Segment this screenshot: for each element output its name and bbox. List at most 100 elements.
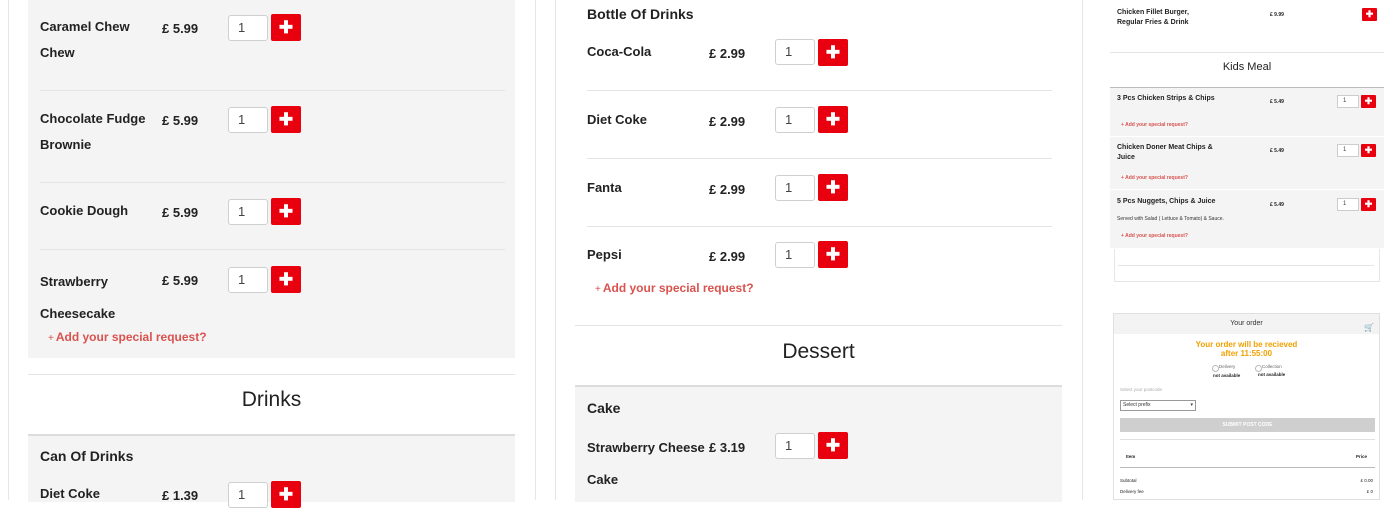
add-to-cart-button[interactable]: ✚	[1361, 198, 1376, 211]
order-title: Your order	[1230, 320, 1263, 327]
special-request-label: Add your special request?	[1125, 233, 1188, 239]
add-to-cart-button[interactable]: ✚	[1362, 8, 1377, 21]
plus-icon: ✚	[825, 109, 841, 129]
item-price: £ 5.49	[1270, 202, 1284, 208]
divider	[587, 158, 1052, 159]
item-name: Chocolate Fudge Brownie	[40, 106, 145, 158]
plus-icon: ✚	[1364, 145, 1373, 155]
submit-postcode-button[interactable]: SUBMIT POST CODE	[1120, 418, 1375, 432]
divider	[587, 90, 1052, 91]
item-name: Chicken Fillet Burger, Regular Fries & D…	[1117, 9, 1189, 26]
add-to-cart-button[interactable]: ✚	[1361, 144, 1376, 157]
item-price: £ 5.49	[1270, 99, 1284, 105]
add-to-cart-button[interactable]: ✚	[818, 432, 848, 459]
cart-icon: 🛒	[1364, 323, 1374, 332]
quantity-input[interactable]: 1	[228, 107, 268, 133]
quantity-input[interactable]: 1	[228, 267, 268, 293]
divider	[40, 182, 505, 183]
subtotal-value: £ 0.00	[1360, 478, 1373, 483]
plus-icon: ✚	[825, 244, 841, 264]
special-request-link[interactable]: + Add your special request?	[1121, 233, 1188, 239]
section-title: Dessert	[782, 340, 855, 363]
divider	[1120, 439, 1375, 440]
delivery-radio[interactable]	[1212, 365, 1219, 372]
add-to-cart-button[interactable]: ✚	[271, 106, 301, 133]
menu-column-left: Caramel Chew Chew £ 5.99 1 ✚ Chocolate F…	[8, 0, 536, 508]
column-price: Price	[1355, 454, 1367, 459]
divider	[40, 90, 505, 91]
special-request-label: Add your special request?	[55, 330, 207, 344]
delivery-label: Delivery	[1219, 364, 1236, 369]
plus-icon: ✚	[825, 177, 841, 197]
item-price: £ 5.99	[162, 273, 199, 288]
item-price: £ 2.99	[709, 182, 746, 197]
quantity-input[interactable]: 1	[1337, 198, 1359, 211]
kids-meal-panel	[1110, 88, 1384, 248]
quantity-input[interactable]: 1	[775, 175, 815, 201]
item-name: Chicken Doner Meat Chips & Juice	[1117, 144, 1213, 161]
plus-icon: ✚	[278, 109, 294, 129]
plus-icon: +	[595, 284, 601, 295]
order-message-line2: after 11:55:00	[1220, 349, 1273, 358]
special-request-link[interactable]: + Add your special request?	[1121, 122, 1188, 128]
add-to-cart-button[interactable]: ✚	[271, 266, 301, 293]
item-name-line1: Caramel Chew	[40, 19, 130, 34]
quantity-input[interactable]: 1	[775, 39, 815, 65]
item-name: Diet Coke	[40, 486, 100, 501]
divider	[575, 325, 1062, 326]
category-title: Can Of Drinks	[40, 448, 134, 464]
column-item: Item	[1126, 454, 1136, 459]
add-to-cart-button[interactable]: ✚	[271, 481, 301, 508]
divider	[1120, 467, 1375, 468]
collection-label: Collection	[1262, 364, 1282, 369]
item-price: £ 5.49	[1270, 148, 1284, 154]
plus-icon: ✚	[1364, 96, 1373, 106]
item-price: £ 2.99	[709, 46, 746, 61]
item-name: Diet Coke	[587, 112, 647, 127]
divider	[1110, 189, 1384, 190]
item-name-line1: Strawberry Cheese	[587, 440, 705, 455]
add-to-cart-button[interactable]: ✚	[271, 14, 301, 41]
postcode-label: Select your postcode	[1120, 387, 1163, 392]
collection-radio[interactable]	[1255, 365, 1262, 372]
add-to-cart-button[interactable]: ✚	[1361, 95, 1376, 108]
item-price: £ 2.99	[709, 114, 746, 129]
add-to-cart-button[interactable]: ✚	[818, 241, 848, 268]
prefix-select-value: Select prefix	[1123, 402, 1151, 408]
special-request-link[interactable]: + Add your special request?	[1121, 175, 1188, 181]
item-name: 3 Pcs Chicken Strips & Chips	[1117, 95, 1215, 102]
prefix-select[interactable]: Select prefix ▾	[1120, 400, 1196, 411]
item-name-line1: Strawberry	[40, 274, 108, 289]
special-request-label: Add your special request?	[1125, 175, 1188, 181]
quantity-input[interactable]: 1	[1337, 144, 1359, 157]
quantity-input[interactable]: 1	[775, 242, 815, 268]
quantity-input[interactable]: 1	[775, 433, 815, 459]
divider	[40, 249, 505, 250]
item-name: Pepsi	[587, 247, 622, 262]
item-name: Strawberry Cheesecake	[40, 266, 115, 330]
quantity-input[interactable]: 1	[228, 482, 268, 508]
order-header: Your order 🛒	[1114, 314, 1379, 334]
divider	[1110, 136, 1384, 137]
special-request-link[interactable]: + Add your special request?	[595, 281, 754, 295]
chevron-down-icon: ▾	[1190, 402, 1193, 408]
add-to-cart-button[interactable]: ✚	[271, 198, 301, 225]
order-panel: Your order 🛒 Your order will be recieved…	[1113, 313, 1380, 500]
item-name-line2: Cheesecake	[40, 306, 116, 321]
divider	[587, 226, 1052, 227]
add-to-cart-button[interactable]: ✚	[818, 106, 848, 133]
special-request-link[interactable]: + Add your special request?	[48, 330, 207, 344]
quantity-input[interactable]: 1	[228, 15, 268, 41]
order-message: Your order will be recieved after 11:55:…	[1114, 340, 1379, 358]
item-price: £ 9.99	[1270, 12, 1284, 18]
add-to-cart-button[interactable]: ✚	[818, 174, 848, 201]
add-to-cart-button[interactable]: ✚	[818, 39, 848, 66]
divider	[1118, 265, 1374, 266]
quantity-input[interactable]: 1	[1337, 95, 1359, 108]
quantity-input[interactable]: 1	[775, 107, 815, 133]
item-name: Cookie Dough	[40, 198, 128, 224]
quantity-input[interactable]: 1	[228, 199, 268, 225]
plus-icon: ✚	[825, 435, 841, 455]
menu-column-middle: Bottle Of Drinks Coca-Cola £ 2.99 1 ✚ Di…	[555, 0, 1083, 502]
item-name: Coca-Cola	[587, 44, 652, 59]
